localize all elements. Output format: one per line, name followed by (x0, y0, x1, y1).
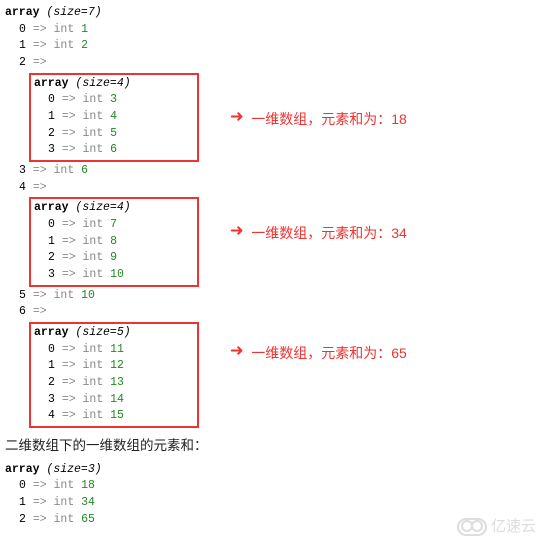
box3-row-0: 0 => int 11 (34, 342, 194, 359)
result-header: array (size=3) (5, 462, 537, 479)
annotation-1-text: 一维数组，元素和为：18 (251, 109, 407, 129)
section-title: 二维数组下的一维数组的元素和： (5, 436, 537, 456)
top-row-2: 2 => (5, 55, 537, 72)
top-row-1: 1 => int 2 (5, 38, 537, 55)
box3-row-2: 2 => int 13 (34, 375, 194, 392)
subarray-box-3: array (size=5) 0 => int 11 1 => int 12 2… (29, 322, 199, 428)
mid1-row-0: 3 => int 6 (5, 163, 537, 180)
box1-row-2: 2 => int 5 (34, 126, 194, 143)
subarray-box-1: array (size=4) 0 => int 3 1 => int 4 2 =… (29, 73, 199, 162)
box1-row-0: 0 => int 3 (34, 92, 194, 109)
arrow-icon: ➜ (230, 342, 243, 364)
box1-header: array (size=4) (34, 76, 194, 93)
annotation-3-text: 一维数组，元素和为：65 (251, 343, 407, 363)
box3-row-3: 3 => int 14 (34, 392, 194, 409)
box2-row-1: 1 => int 8 (34, 234, 194, 251)
cloud-icon (457, 518, 487, 536)
box2-row-0: 0 => int 7 (34, 217, 194, 234)
arrow-icon: ➜ (230, 108, 243, 130)
box3-row-1: 1 => int 12 (34, 358, 194, 375)
box1-row-3: 3 => int 6 (34, 142, 194, 159)
array-header: array (size=7) (5, 5, 537, 22)
box2-row-2: 2 => int 9 (34, 250, 194, 267)
watermark-text: 亿速云 (491, 516, 536, 538)
box1-row-1: 1 => int 4 (34, 109, 194, 126)
box3-header: array (size=5) (34, 325, 194, 342)
result-row-1: 1 => int 34 (5, 495, 537, 512)
annotation-2-text: 一维数组，元素和为：34 (251, 223, 407, 243)
result-row-0: 0 => int 18 (5, 478, 537, 495)
annotation-3: ➜ 一维数组，元素和为：65 (230, 342, 407, 364)
box2-header: array (size=4) (34, 200, 194, 217)
subarray-box-2: array (size=4) 0 => int 7 1 => int 8 2 =… (29, 197, 199, 286)
annotation-2: ➜ 一维数组，元素和为：34 (230, 222, 407, 244)
top-row-0: 0 => int 1 (5, 22, 537, 39)
watermark: 亿速云 (457, 516, 536, 538)
arrow-icon: ➜ (230, 222, 243, 244)
box2-row-3: 3 => int 10 (34, 267, 194, 284)
annotation-1: ➜ 一维数组，元素和为：18 (230, 108, 407, 130)
mid2-row-0: 5 => int 10 (5, 288, 537, 305)
size-label: (size=7) (46, 6, 101, 19)
box3-row-4: 4 => int 15 (34, 408, 194, 425)
mid2-row-1: 6 => (5, 304, 537, 321)
keyword-array: array (5, 6, 40, 19)
mid1-row-1: 4 => (5, 180, 537, 197)
